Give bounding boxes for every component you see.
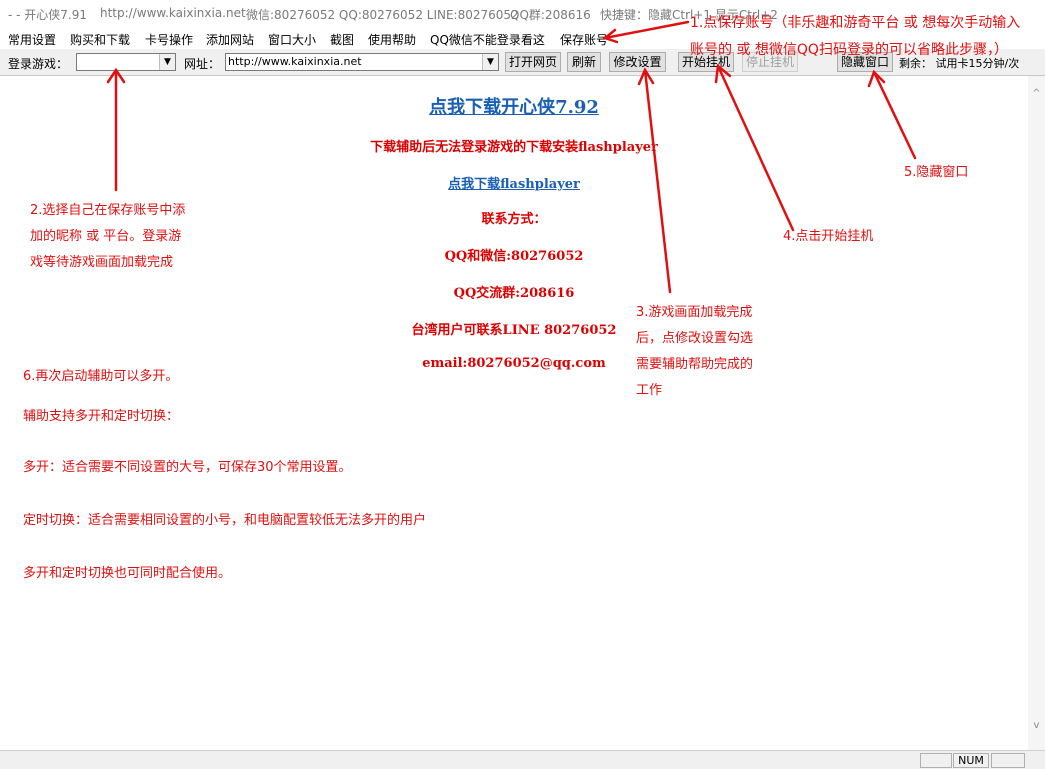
modify-settings-button[interactable]: 修改设置 [609,52,666,72]
status-scrl [991,753,1025,768]
url-label: 网址： [184,57,221,71]
scroll-up-icon[interactable]: ^ [1028,88,1045,99]
annotation-step3: 3.游戏画面加载完成 后，点修改设置勾选 需要辅助帮助完成的 工作 [636,300,753,404]
title-qq-group: QQ群:208616 [510,8,591,22]
annotation-step1-line1: 1.点保存账号（非乐趣和游奇平台 或 想每次手动输入 [690,15,1021,31]
download-link[interactable]: 点我下载开心侠7.92 [429,97,599,118]
annotation-step2: 2.选择自己在保存账号中添 加的昵称 或 平台。登录游 戏等待游戏画面加载完成 [30,198,185,276]
title-contacts: 微信:80276052 QQ:80276052 LINE:80276052 [246,8,519,22]
vertical-scrollbar[interactable]: ^ v [1028,76,1045,750]
menu-common-settings[interactable]: 常用设置 [8,31,56,48]
menu-buy-download[interactable]: 购买和下载 [70,31,130,48]
login-game-label: 登录游戏： [8,57,69,71]
annotation-step3-line: 工作 [636,383,663,398]
annotation-combined: 多开和定时切换也可同时配合使用。 [23,566,232,581]
annotation-step4: 4.点击开始挂机 [783,229,874,244]
taiwan-contact: 台湾用户可联系LINE 80276052 [411,323,617,338]
annotation-step5: 5.隐藏窗口 [904,165,969,180]
menu-help[interactable]: 使用帮助 [368,31,416,48]
annotation-step2-line: 2.选择自己在保存账号中添 [30,203,186,218]
menu-screenshot[interactable]: 截图 [330,31,354,48]
status-caps [920,753,952,768]
annotation-step2-line: 戏等待游戏画面加载完成 [30,255,174,270]
url-input[interactable]: http://www.kaixinxia.net ▼ [225,53,499,71]
refresh-button[interactable]: 刷新 [567,52,601,72]
annotation-timer-desc: 定时切换：适合需要相同设置的小号，和电脑配置较低无法多开的用户 [23,513,427,528]
url-value: http://www.kaixinxia.net [228,55,362,68]
annotation-step3-line: 后，点修改设置勾选 [636,331,754,346]
annotation-step6: 6.再次启动辅助可以多开。 [23,369,179,384]
status-num: NUM [953,753,989,768]
annotation-step1-line2: 账号的 或 想微信QQ扫码登录的可以省略此步骤，） [690,42,1008,58]
scroll-down-icon[interactable]: v [1028,720,1045,731]
open-page-button[interactable]: 打开网页 [505,52,561,72]
status-bar: NUM [0,750,1045,769]
annotation-multi-support: 辅助支持多开和定时切换： [23,409,180,424]
menu-card-ops[interactable]: 卡号操作 [145,31,193,48]
chevron-down-icon[interactable]: ▼ [482,54,498,70]
login-game-select[interactable]: ▼ [76,53,176,71]
annotation-multi-desc: 多开：适合需要不同设置的大号，可保存30个常用设置。 [23,460,352,475]
menu-qq-wechat-login[interactable]: QQ微信不能登录看这 [430,31,545,48]
annotation-step2-line: 加的昵称 或 平台。登录游 [30,229,182,244]
chevron-down-icon[interactable]: ▼ [159,54,175,70]
app-title: - - 开心侠7.91 [8,8,88,22]
qq-group-contact: QQ交流群:208616 [453,286,575,301]
menu-window-size[interactable]: 窗口大小 [268,31,316,48]
menu-save-account[interactable]: 保存账号 [560,31,608,48]
title-website: http://www.kaixinxia.net [100,6,246,20]
flash-notice: 下载辅助后无法登录游戏的下载安装flashplayer [370,140,658,155]
annotation-step3-line: 需要辅助帮助完成的 [636,357,754,372]
flash-link[interactable]: 点我下载flashplayer [448,177,580,192]
menu-add-site[interactable]: 添加网站 [206,31,254,48]
annotation-step3-line: 3.游戏画面加载完成 [636,305,753,320]
